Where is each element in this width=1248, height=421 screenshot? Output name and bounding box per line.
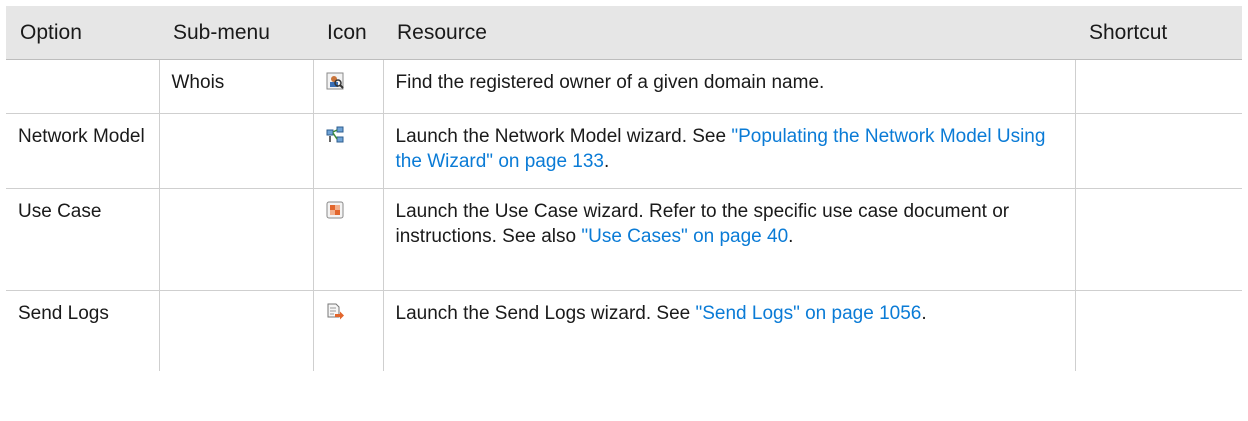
table-row: Send Logs Launch the Send Logs wizard. S… <box>6 290 1242 371</box>
send-logs-icon <box>327 303 344 320</box>
submenu-cell <box>159 290 314 371</box>
resource-text: Find the registered owner of a given dom… <box>395 72 825 93</box>
shortcut-cell <box>1075 188 1242 291</box>
use-case-icon <box>326 201 343 219</box>
header-icon: Icon <box>313 6 383 60</box>
resource-cell: Find the registered owner of a given dom… <box>383 59 1076 114</box>
page-link[interactable]: "Use Cases" on page 40 <box>581 226 788 247</box>
shortcut-cell <box>1075 291 1242 371</box>
page-link[interactable]: "Send Logs" on page 1056 <box>695 303 921 324</box>
network-model-icon <box>326 126 343 143</box>
option-cell: Use Case <box>6 188 160 291</box>
icon-cell <box>313 290 384 371</box>
table-row: Network Model Launch the Network Model w… <box>6 113 1242 189</box>
option-cell <box>6 59 160 114</box>
header-row: Option Sub-menu Icon Resource Shortcut <box>6 6 1242 60</box>
table-row: Whois Find the registered owner of a giv… <box>6 59 1242 114</box>
submenu-cell <box>159 188 314 291</box>
shortcut-cell <box>1075 113 1242 189</box>
icon-cell <box>313 59 384 114</box>
table-row: Use Case Launch the Use Case wizard. Ref… <box>6 188 1242 291</box>
icon-cell <box>313 113 384 189</box>
header-resource: Resource <box>383 6 1075 60</box>
resource-text: Launch the Network Model wizard. See <box>395 126 732 147</box>
tools-menu-table: Option Sub-menu Icon Resource Shortcut W… <box>6 6 1242 371</box>
shortcut-cell <box>1075 59 1242 114</box>
resource-cell: Launch the Use Case wizard. Refer to the… <box>383 188 1076 291</box>
submenu-cell: Whois <box>159 59 314 114</box>
header-option: Option <box>6 6 159 60</box>
icon-cell <box>313 188 384 291</box>
option-cell: Send Logs <box>6 290 160 371</box>
resource-tail: . <box>921 303 927 324</box>
option-cell: Network Model <box>6 113 160 189</box>
resource-tail: . <box>788 226 794 247</box>
header-shortcut: Shortcut <box>1075 6 1242 60</box>
header-submenu: Sub-menu <box>159 6 313 60</box>
resource-cell: Launch the Network Model wizard. See "Po… <box>383 113 1076 189</box>
resource-text: Launch the Send Logs wizard. See <box>395 303 696 324</box>
resource-cell: Launch the Send Logs wizard. See "Send L… <box>383 290 1076 371</box>
resource-tail: . <box>604 151 610 172</box>
submenu-cell <box>159 113 314 189</box>
whois-lookup-icon <box>326 72 344 90</box>
